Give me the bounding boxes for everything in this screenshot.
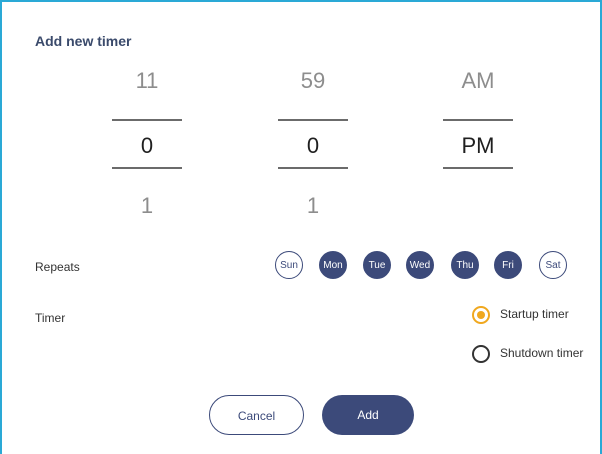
- period-current-value[interactable]: PM: [443, 133, 513, 159]
- radio-selected-icon[interactable]: [472, 306, 490, 324]
- shutdown-timer-label[interactable]: Shutdown timer: [500, 346, 583, 360]
- day-tue[interactable]: Tue: [363, 251, 391, 279]
- day-fri[interactable]: Fri: [494, 251, 522, 279]
- radio-unselected-icon[interactable]: [472, 345, 490, 363]
- period-divider-top: [443, 119, 513, 121]
- add-button[interactable]: Add: [322, 395, 414, 435]
- day-sun[interactable]: Sun: [275, 251, 303, 279]
- day-thu[interactable]: Thu: [451, 251, 479, 279]
- day-mon[interactable]: Mon: [319, 251, 347, 279]
- day-sat[interactable]: Sat: [539, 251, 567, 279]
- cancel-button[interactable]: Cancel: [209, 395, 304, 435]
- hour-next-value[interactable]: 1: [112, 193, 182, 219]
- timer-label: Timer: [35, 311, 66, 325]
- hour-prev-value[interactable]: 11: [112, 68, 182, 94]
- add-timer-dialog: Add new timer 11 0 1 59 0 1 AM PM Repeat…: [0, 0, 602, 454]
- hour-divider-bottom: [112, 167, 182, 169]
- startup-timer-option[interactable]: Startup timer: [472, 306, 582, 328]
- minute-prev-value[interactable]: 59: [278, 68, 348, 94]
- minute-picker[interactable]: 59 0 1: [278, 60, 348, 220]
- dialog-title: Add new timer: [35, 33, 132, 49]
- minute-divider-top: [278, 119, 348, 121]
- hour-picker[interactable]: 11 0 1: [112, 60, 182, 220]
- startup-timer-label[interactable]: Startup timer: [500, 307, 569, 321]
- minute-current-value[interactable]: 0: [278, 133, 348, 159]
- minute-next-value[interactable]: 1: [278, 193, 348, 219]
- hour-divider-top: [112, 119, 182, 121]
- day-wed[interactable]: Wed: [406, 251, 434, 279]
- shutdown-timer-option[interactable]: Shutdown timer: [472, 345, 592, 367]
- hour-current-value[interactable]: 0: [112, 133, 182, 159]
- minute-divider-bottom: [278, 167, 348, 169]
- period-divider-bottom: [443, 167, 513, 169]
- repeats-label: Repeats: [35, 260, 80, 274]
- period-prev-value[interactable]: AM: [443, 68, 513, 94]
- period-picker[interactable]: AM PM: [443, 60, 513, 220]
